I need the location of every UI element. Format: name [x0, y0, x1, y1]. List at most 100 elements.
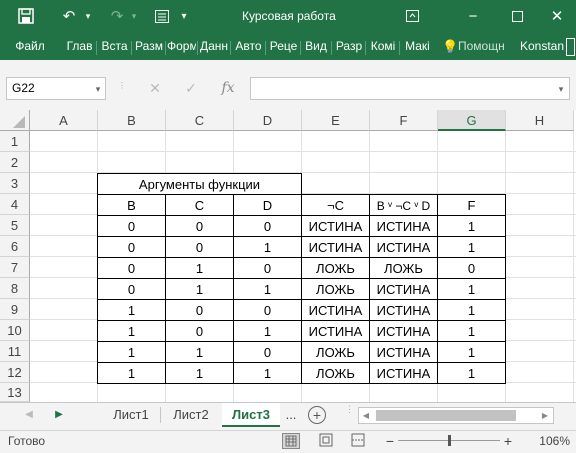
row-header[interactable]: 13	[0, 383, 30, 402]
table-cell-b[interactable]: 1	[97, 362, 166, 384]
zoom-slider-thumb[interactable]	[448, 435, 451, 446]
table-cell-or[interactable]: ИСТИНА	[369, 341, 438, 363]
expand-formula-icon[interactable]: ▾	[555, 80, 567, 98]
column-header-h[interactable]: H	[506, 110, 574, 131]
normal-view-icon[interactable]	[282, 433, 300, 449]
ribbon-display-icon[interactable]	[402, 0, 422, 33]
row-header[interactable]: 6	[0, 236, 30, 257]
scroll-tabs-left-icon[interactable]: ◀	[20, 403, 38, 427]
table-cell-f[interactable]: 1	[437, 320, 506, 342]
undo-icon[interactable]: ↶	[56, 0, 82, 33]
row-header[interactable]: 1	[0, 131, 30, 152]
row-header[interactable]: 4	[0, 194, 30, 215]
table-header-cell[interactable]: D	[233, 194, 302, 216]
table-cell-or[interactable]: ИСТИНА	[369, 299, 438, 321]
tab-macros[interactable]: Макі	[402, 33, 433, 60]
scroll-tabs-right-icon[interactable]: ▶	[50, 403, 68, 427]
minimize-icon[interactable]: −	[462, 0, 484, 33]
table-cell-b[interactable]: 0	[97, 278, 166, 300]
row-header[interactable]: 2	[0, 152, 30, 173]
select-all-corner[interactable]	[0, 110, 30, 131]
table-cell-not-c[interactable]: ЛОЖЬ	[301, 362, 370, 384]
row-header[interactable]: 7	[0, 257, 30, 278]
table-cell-b[interactable]: 0	[97, 215, 166, 237]
page-layout-view-icon[interactable]	[318, 433, 336, 449]
table-header-cell[interactable]: F	[437, 194, 506, 216]
table-cell-c[interactable]: 0	[165, 236, 234, 258]
table-cell-d[interactable]: 1	[233, 236, 302, 258]
save-icon[interactable]	[12, 0, 40, 33]
row-header[interactable]: 12	[0, 362, 30, 383]
tab-commands[interactable]: Комі	[368, 33, 398, 60]
table-header-cell[interactable]: B	[97, 194, 166, 216]
table-cell-not-c[interactable]: ИСТИНА	[301, 236, 370, 258]
tab-formulas[interactable]: Форм	[167, 33, 196, 60]
name-box[interactable]: G22	[6, 77, 106, 100]
table-cell-or[interactable]: ИСТИНА	[369, 236, 438, 258]
tell-me-search[interactable]: Помощн	[458, 33, 512, 60]
tab-insert[interactable]: Вста	[99, 33, 130, 60]
table-header-cell[interactable]: C	[165, 194, 234, 216]
table-cell-not-c[interactable]: ИСТИНА	[301, 320, 370, 342]
undo-dropdown-icon[interactable]: ▾	[82, 0, 94, 33]
table-cell-d[interactable]: 1	[233, 278, 302, 300]
table-title-cell[interactable]: Аргументы функции	[97, 173, 302, 195]
row-header[interactable]: 8	[0, 278, 30, 299]
table-cell-d[interactable]: 0	[233, 215, 302, 237]
table-cell-f[interactable]: 1	[437, 236, 506, 258]
table-cell-f[interactable]: 1	[437, 362, 506, 384]
tab-home[interactable]: Глав	[64, 33, 95, 60]
enter-icon[interactable]: ✓	[180, 77, 202, 100]
table-cell-or[interactable]: ЛОЖЬ	[369, 257, 438, 279]
row-header[interactable]: 11	[0, 341, 30, 362]
table-cell-or[interactable]: ИСТИНА	[369, 362, 438, 384]
zoom-level[interactable]: 106%	[526, 430, 570, 452]
chevron-down-icon[interactable]: ▾	[92, 80, 104, 98]
row-header[interactable]: 5	[0, 215, 30, 236]
formula-input[interactable]	[250, 77, 570, 100]
table-cell-c[interactable]: 0	[165, 320, 234, 342]
tab-splitter-icon[interactable]: ⋮	[345, 405, 354, 423]
column-header-e[interactable]: E	[302, 110, 370, 131]
horizontal-scroll-thumb[interactable]	[376, 410, 516, 421]
page-break-view-icon[interactable]	[350, 433, 368, 449]
redo-icon[interactable]: ↷	[104, 0, 130, 33]
table-cell-or[interactable]: ИСТИНА	[369, 320, 438, 342]
table-cell-f[interactable]: 1	[437, 299, 506, 321]
table-cell-f[interactable]: 1	[437, 341, 506, 363]
table-cell-b[interactable]: 0	[97, 257, 166, 279]
redo-dropdown-icon[interactable]: ▾	[128, 0, 140, 33]
zoom-in-button[interactable]: +	[502, 430, 514, 452]
more-sheets-button[interactable]: ...	[280, 403, 302, 427]
row-header[interactable]: 3	[0, 173, 30, 194]
sheet-tab-list1[interactable]: Лист1	[102, 403, 160, 427]
form-icon[interactable]	[150, 0, 174, 33]
table-cell-c[interactable]: 1	[165, 341, 234, 363]
tab-auto[interactable]: Авто	[233, 33, 264, 60]
table-cell-not-c[interactable]: ЛОЖЬ	[301, 257, 370, 279]
scroll-left-icon[interactable]: ◀	[359, 408, 373, 423]
table-cell-b[interactable]: 0	[97, 236, 166, 258]
table-cell-not-c[interactable]: ИСТИНА	[301, 299, 370, 321]
table-cell-f[interactable]: 1	[437, 215, 506, 237]
table-cell-d[interactable]: 0	[233, 341, 302, 363]
table-cell-not-c[interactable]: ЛОЖЬ	[301, 341, 370, 363]
table-cell-d[interactable]: 0	[233, 257, 302, 279]
table-cell-c[interactable]: 1	[165, 257, 234, 279]
customize-toolbar-icon[interactable]: ▾	[176, 0, 192, 33]
table-cell-d[interactable]: 1	[233, 362, 302, 384]
cancel-icon[interactable]: ✕	[144, 77, 166, 100]
table-cell-c[interactable]: 0	[165, 215, 234, 237]
table-cell-c[interactable]: 1	[165, 278, 234, 300]
table-cell-or[interactable]: ИСТИНА	[369, 278, 438, 300]
share-icon[interactable]	[566, 38, 575, 56]
table-header-cell[interactable]: ¬C	[301, 194, 370, 216]
sheet-tab-list2[interactable]: Лист2	[162, 403, 220, 427]
sheet-tab-list3[interactable]: Лист3	[222, 403, 280, 427]
table-cell-f[interactable]: 1	[437, 278, 506, 300]
table-cell-or[interactable]: ИСТИНА	[369, 215, 438, 237]
column-header-b[interactable]: B	[98, 110, 166, 131]
column-header-f[interactable]: F	[370, 110, 438, 131]
user-name[interactable]: Konstan	[520, 33, 564, 60]
column-header-c[interactable]: C	[166, 110, 234, 131]
